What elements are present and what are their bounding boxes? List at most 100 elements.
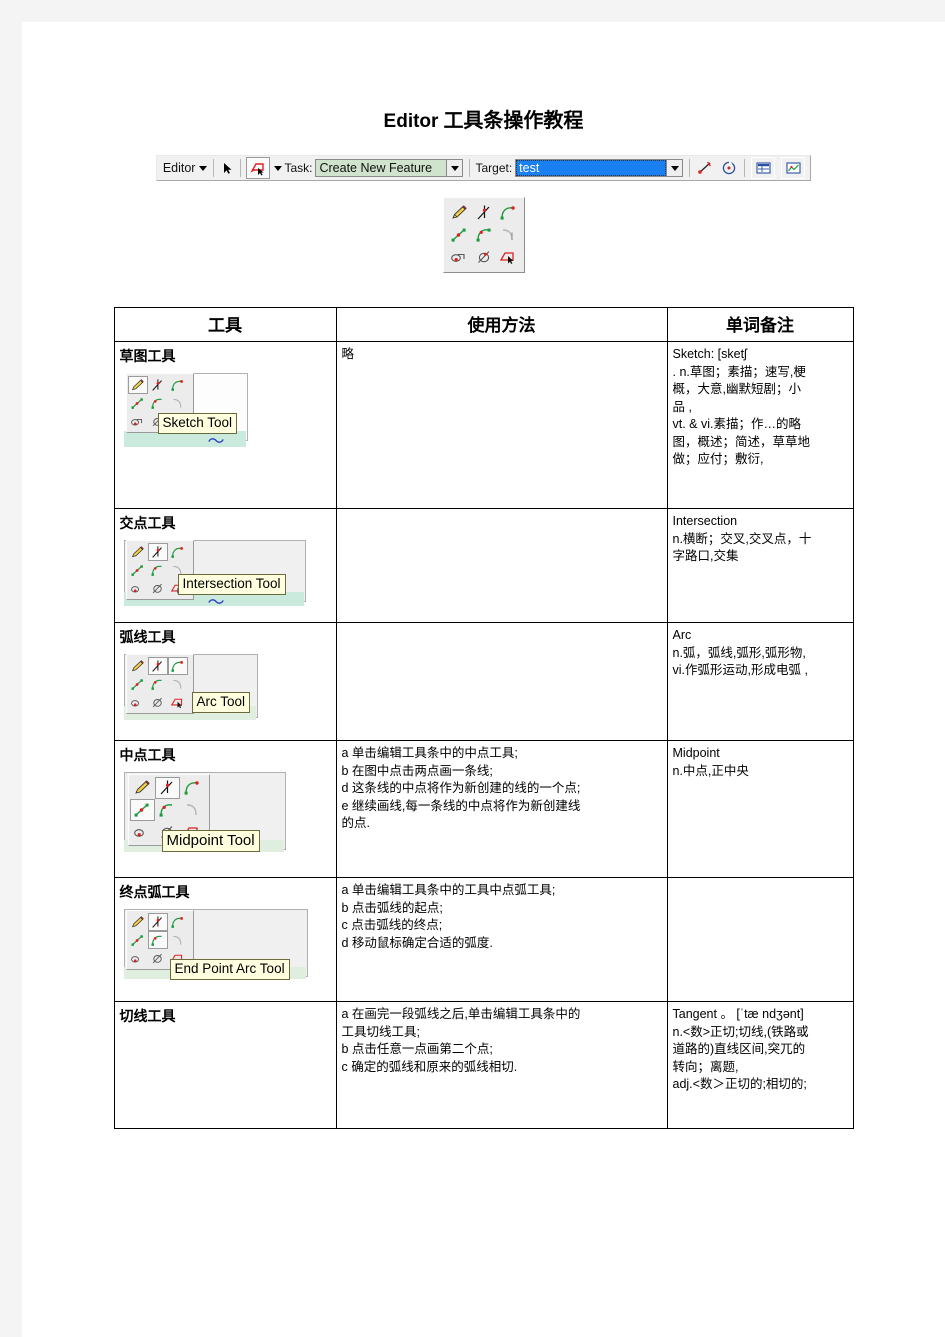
editor-menu-button[interactable]: Editor <box>159 156 211 180</box>
usage-line: b 在图中点击两点画一条线; <box>341 763 493 778</box>
notes-line: 字路口,交集 <box>672 549 739 563</box>
arc-icon[interactable] <box>180 777 205 799</box>
rotate-tool-button[interactable] <box>717 156 741 180</box>
intersection-icon[interactable] <box>147 543 168 561</box>
tool-label: 弧线工具 <box>119 631 176 646</box>
task-combobox-value: Create New Feature <box>316 160 447 176</box>
editor-sketch-tool-palette <box>442 197 525 273</box>
notes-line: 品 , <box>672 399 692 414</box>
notes-line: Arc <box>672 628 692 642</box>
arc-icon[interactable] <box>496 202 521 224</box>
table-row: 中点工具 Midpoint Tool a 单击编辑工具条中的中点工具; b 在图… <box>113 740 854 878</box>
trace-icon[interactable] <box>128 949 148 967</box>
midpoint-icon[interactable] <box>128 675 148 693</box>
notes-line: n.中点,正中央 <box>672 763 749 778</box>
sketch-pencil-icon[interactable] <box>128 657 148 675</box>
midpoint-icon[interactable] <box>447 224 472 246</box>
endpoint-arc-icon[interactable] <box>147 931 168 949</box>
toolbar-divider-4 <box>689 159 691 177</box>
trace-icon[interactable] <box>128 693 148 711</box>
midpoint-icon[interactable] <box>128 394 148 412</box>
usage-line: d 移动鼠标确定合适的弧度. <box>341 935 493 950</box>
attributes-button[interactable] <box>748 156 778 180</box>
editor-toolbar-figure: Editor Task: Create New Feature Target: … <box>22 155 945 181</box>
endpoint-arc-icon[interactable] <box>148 394 168 412</box>
trace-icon[interactable] <box>128 579 148 597</box>
notes-line: Tangent 。 [ˈtæ ndʒənt] <box>672 1007 804 1021</box>
edit-tool-chevron-down-icon[interactable] <box>274 165 283 171</box>
direction-icon[interactable] <box>471 246 496 268</box>
distance-azimuth-icon[interactable] <box>168 693 188 711</box>
usage-line: b 点击任意一点画第二个点; <box>341 1042 493 1056</box>
tangent-icon[interactable] <box>168 394 188 412</box>
tool-label: 草图工具 <box>119 350 176 365</box>
trace-icon[interactable] <box>128 412 148 430</box>
arc-icon[interactable] <box>168 543 188 561</box>
task-combobox-chevron-down-icon[interactable] <box>446 160 463 176</box>
tangent-icon[interactable] <box>168 931 188 949</box>
target-combobox-chevron-down-icon[interactable] <box>666 160 683 176</box>
sketch-pencil-icon[interactable] <box>128 913 148 931</box>
trace-icon[interactable] <box>130 821 155 843</box>
intersection-icon[interactable] <box>148 376 168 394</box>
usage-line: e 继续画线,每一条线的中点将作为新创建线 <box>341 798 581 813</box>
tangent-icon[interactable] <box>496 224 521 246</box>
tool-label: 中点工具 <box>119 749 176 764</box>
intersection-icon[interactable] <box>147 913 168 931</box>
tool-cell: 切线工具 <box>113 1001 337 1129</box>
tool-screenshot: 〜 <box>120 369 331 504</box>
notes-line: vt. & vi.素描；作…的略 <box>672 417 801 431</box>
direction-icon[interactable] <box>148 693 168 711</box>
direction-icon[interactable] <box>148 579 168 597</box>
sketch-properties-button[interactable] <box>778 156 808 180</box>
table-row: 弧线工具 Arc Tool Arc n.弧，弧线,弧形,弧形物, vi.作弧形运… <box>113 622 854 741</box>
endpoint-arc-icon[interactable] <box>148 561 168 579</box>
attributes-icon[interactable] <box>751 157 776 179</box>
tool-label: 交点工具 <box>119 517 176 532</box>
task-combobox[interactable]: Create New Feature <box>315 159 464 177</box>
sketch-pencil-icon[interactable] <box>447 202 472 224</box>
arc-icon[interactable] <box>168 376 188 394</box>
sketch-pencil-icon[interactable] <box>128 543 148 561</box>
sketch-pencil-icon[interactable] <box>130 777 155 799</box>
edit-task-tool-button[interactable] <box>244 156 283 180</box>
arc-icon[interactable] <box>167 657 188 675</box>
notes-line: adj.<数＞正切的;相切的; <box>672 1077 807 1091</box>
arc-icon[interactable] <box>168 913 188 931</box>
usage-list: a 单击编辑工具条中的中点工具; b 在图中点击两点画一条线; d 这条线的中点… <box>342 745 662 832</box>
usage-list: a 单击编辑工具条中的工具中点弧工具; b 点击弧线的起点; c 点击弧线的终点… <box>342 882 662 951</box>
tool-label: 切线工具 <box>119 1010 176 1025</box>
split-icon <box>698 161 712 174</box>
target-combobox[interactable]: test <box>515 159 684 177</box>
sketch-properties-icon[interactable] <box>781 157 806 179</box>
intersection-icon[interactable] <box>147 657 168 675</box>
notes-line: 做；应付；敷衍, <box>672 452 764 466</box>
endpoint-arc-icon[interactable] <box>155 799 180 821</box>
split-tool-button[interactable] <box>693 156 717 180</box>
tangent-icon[interactable] <box>168 675 188 693</box>
edit-tool-icon[interactable] <box>246 157 271 179</box>
select-arrow-button[interactable] <box>217 156 237 180</box>
notes-line: 图，概述；简述，草草地 <box>672 434 811 449</box>
tangent-icon[interactable] <box>180 799 205 821</box>
midpoint-icon[interactable] <box>128 561 148 579</box>
column-header-tool: 工具 <box>113 307 337 342</box>
trace-icon[interactable] <box>447 246 472 268</box>
endpoint-arc-icon[interactable] <box>148 675 168 693</box>
intersection-icon[interactable] <box>154 777 180 799</box>
usage-line: c 确定的弧线和原来的弧线相切. <box>341 1059 518 1074</box>
page-title-latin: Editor <box>383 111 439 132</box>
toolbar-divider-3 <box>469 159 471 177</box>
table-header-row: 工具 使用方法 单词备注 <box>113 307 854 342</box>
notes-cell <box>666 877 854 1002</box>
notes-cell: Arc n.弧，弧线,弧形,弧形物, vi.作弧形运动,形成电弧 , <box>666 622 854 741</box>
sketch-pencil-icon[interactable] <box>127 376 148 394</box>
direction-icon[interactable] <box>148 949 168 967</box>
page-title: Editor 工具条操作教程 <box>22 104 945 133</box>
endpoint-arc-icon[interactable] <box>471 224 496 246</box>
distance-azimuth-icon[interactable] <box>496 246 521 268</box>
midpoint-icon[interactable] <box>129 799 155 821</box>
midpoint-icon[interactable] <box>128 931 148 949</box>
toolbar-divider <box>213 159 215 177</box>
intersection-icon[interactable] <box>471 202 496 224</box>
